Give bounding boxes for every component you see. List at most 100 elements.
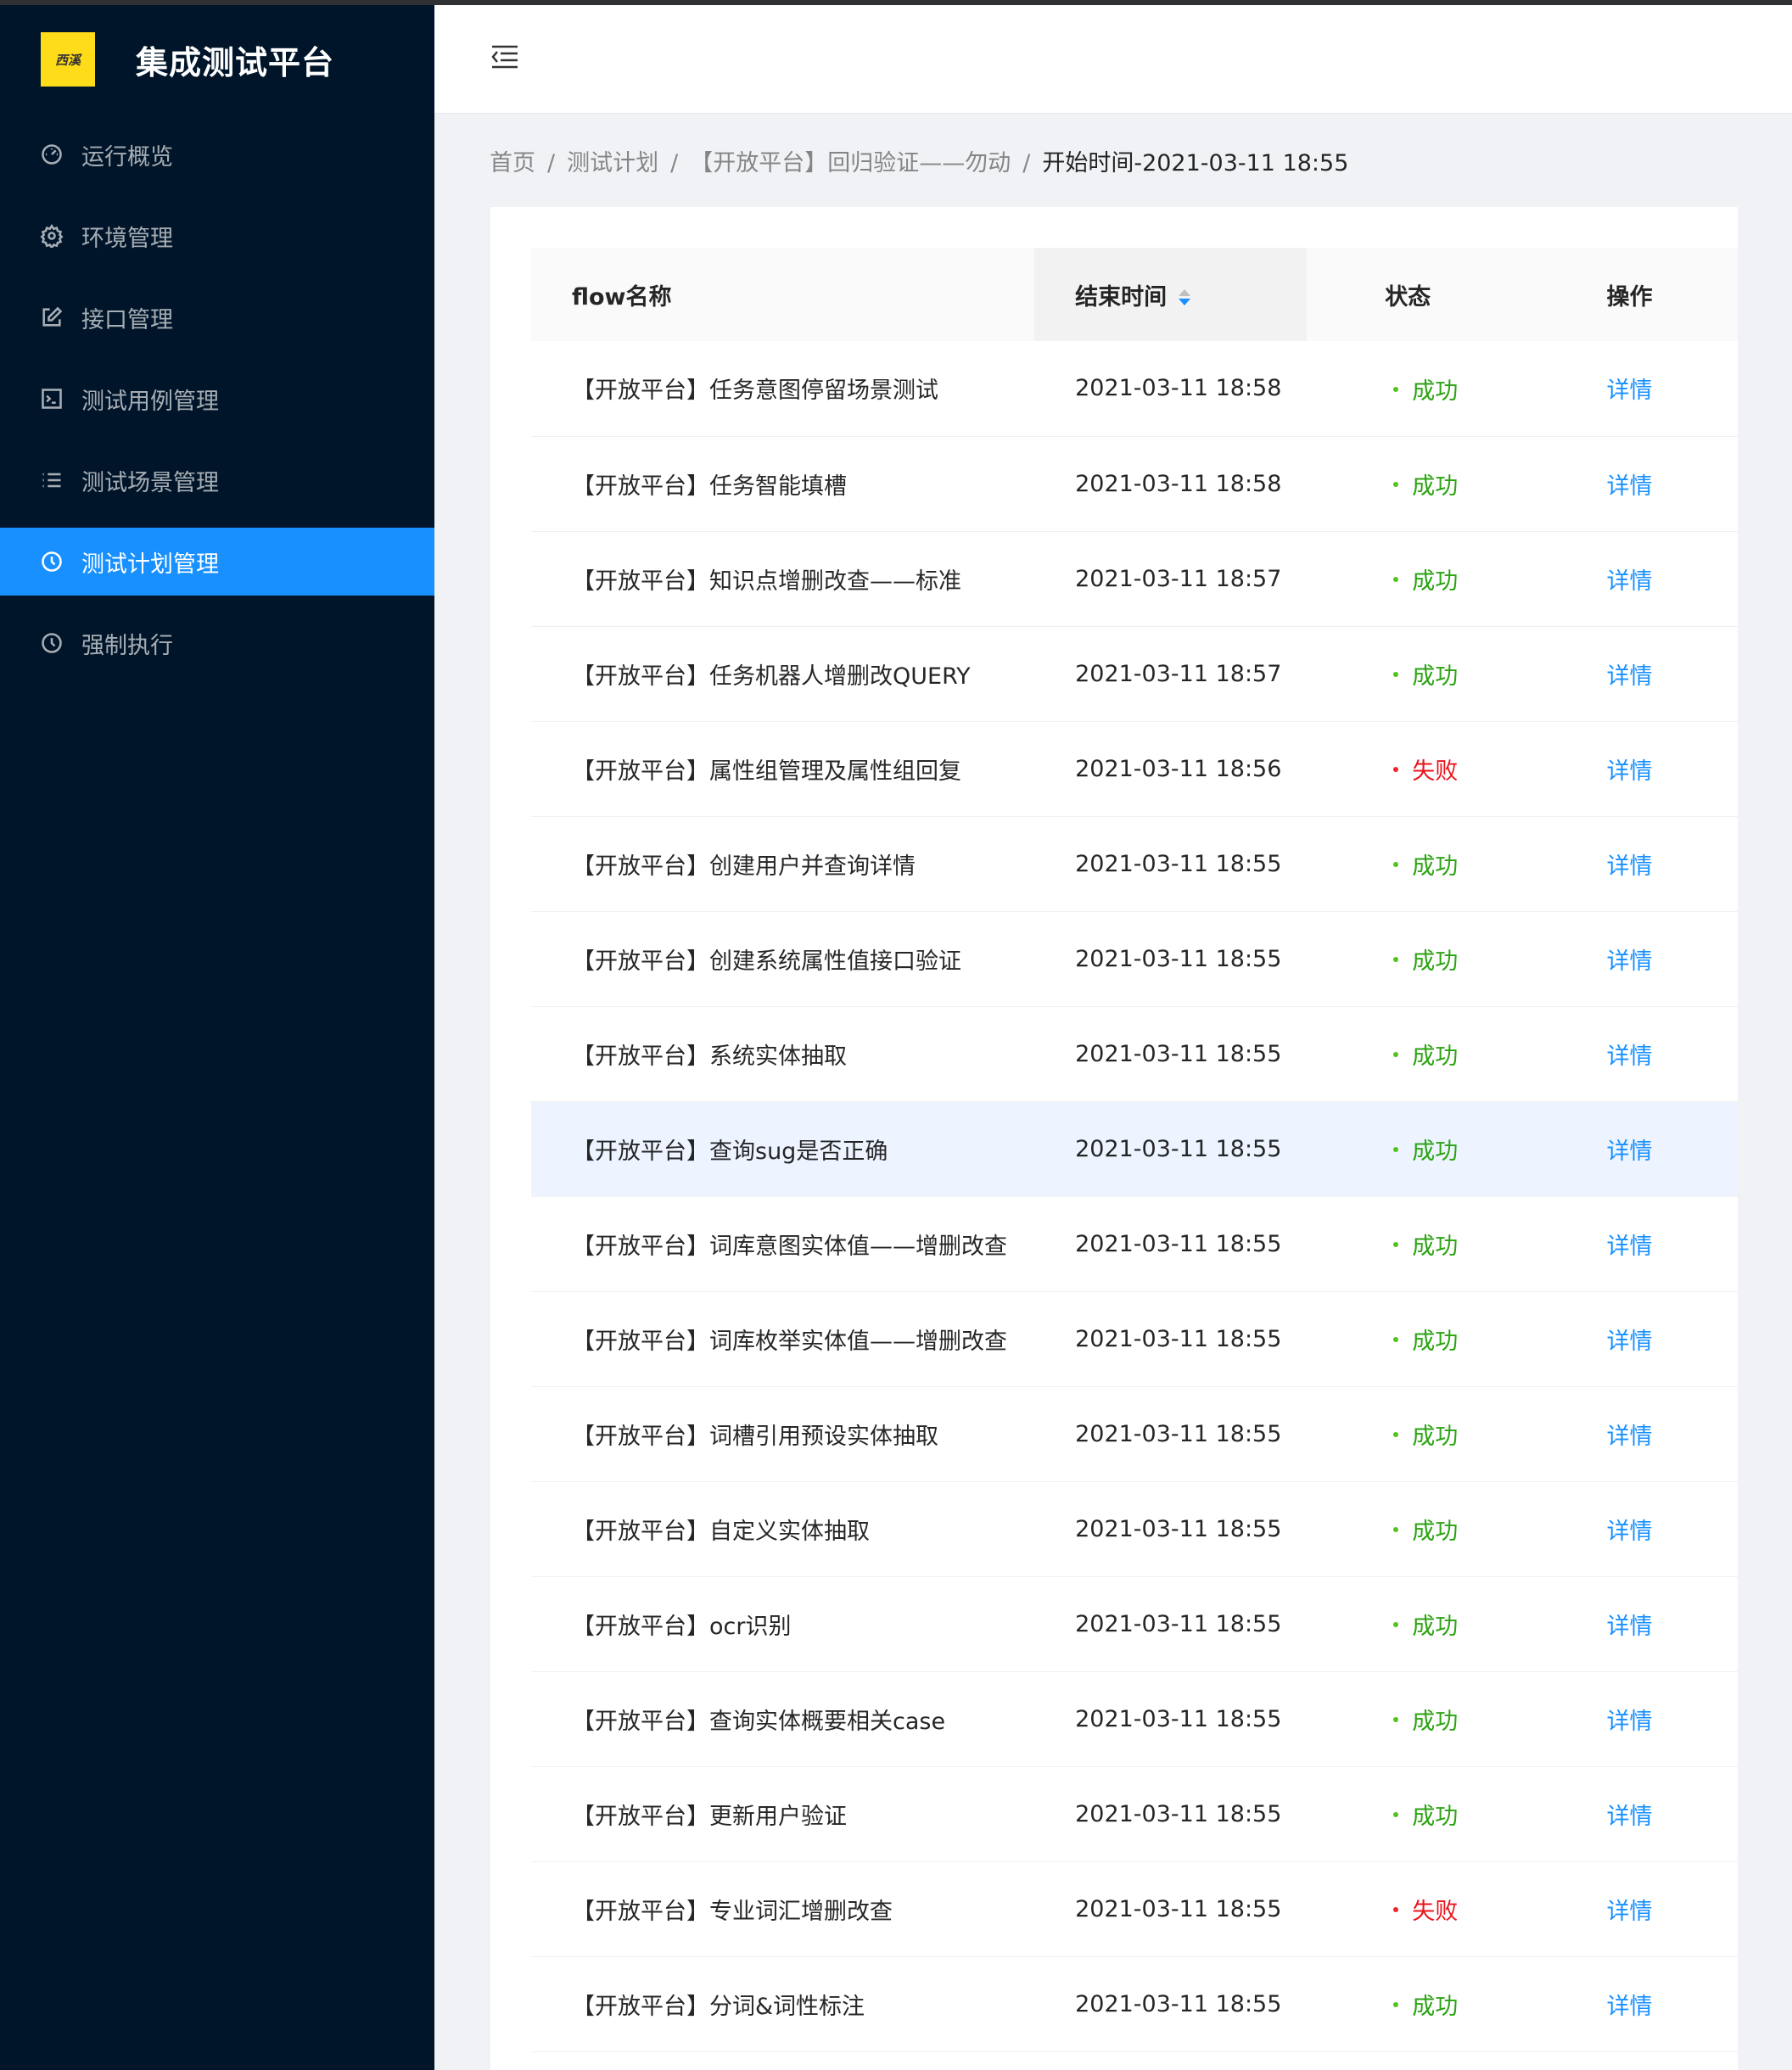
detail-link[interactable]: 详情 (1606, 1043, 1652, 1070)
status-cell: 成功 (1307, 436, 1565, 531)
status-badge: 成功 (1393, 1418, 1458, 1451)
detail-link[interactable]: 详情 (1606, 1138, 1652, 1165)
end-time-cell: 2021-03-11 18:57 (1075, 565, 1282, 592)
status-badge: 成功 (1393, 943, 1458, 976)
flow-name-cell: 【开放平台】创建系统属性值接口验证 (572, 948, 961, 975)
detail-link[interactable]: 详情 (1606, 1709, 1652, 1735)
action-cell: 详情 (1565, 1671, 1738, 1766)
status-badge: 成功 (1393, 1228, 1458, 1261)
sidebar-item-label: 环境管理 (81, 225, 173, 252)
flow-name-cell: 【开放平台】系统实体抽取 (572, 1043, 847, 1070)
sort-icon[interactable] (1179, 288, 1191, 308)
status-dot-icon (1393, 386, 1399, 392)
table-row: 【开放平台】创建用户并查询详情 2021-03-11 18:55 成功 详情 (531, 816, 1738, 911)
flow-name-cell: 【开放平台】查询实体概要相关case (572, 1708, 946, 1735)
clock-icon (39, 549, 64, 574)
end-time-cell: 2021-03-11 18:55 (1075, 1040, 1282, 1067)
sidebar-item-0[interactable]: 运行概览 (0, 120, 434, 188)
flow-name-cell: 【开放平台】创建用户并查询详情 (572, 853, 916, 880)
detail-link[interactable]: 详情 (1606, 1994, 1652, 2020)
terminal-icon (39, 386, 64, 411)
breadcrumb-item-0[interactable]: 首页 (490, 150, 535, 176)
status-cell: 失败 (1307, 1861, 1565, 1956)
status-text: 成功 (1412, 1614, 1459, 1641)
table-header-row: flow名称 结束时间 状态 操作 (531, 248, 1738, 341)
end-time-cell: 2021-03-11 18:55 (1075, 1230, 1282, 1257)
end-time-cell: 2021-03-11 18:58 (1075, 375, 1282, 402)
status-cell: 成功 (1307, 1671, 1565, 1766)
sidebar-item-label: 测试场景管理 (81, 469, 219, 496)
action-cell: 详情 (1565, 341, 1738, 436)
breadcrumb-item-3: 开始时间-2021-03-11 18:55 (1042, 150, 1349, 176)
status-dot-icon (1393, 1811, 1399, 1817)
sidebar-item-4[interactable]: 测试场景管理 (0, 446, 434, 514)
status-cell: 成功 (1307, 626, 1565, 721)
table-row: 【开放平台】属性组管理及属性组回复 2021-03-11 18:56 失败 详情 (531, 721, 1738, 816)
status-badge: 成功 (1393, 1703, 1458, 1736)
detail-link[interactable]: 详情 (1606, 758, 1652, 785)
sidebar-item-label: 强制执行 (81, 632, 173, 659)
action-cell: 详情 (1565, 531, 1738, 626)
sidebar-item-1[interactable]: 环境管理 (0, 202, 434, 270)
detail-link[interactable]: 详情 (1606, 1614, 1652, 1640)
status-cell: 成功 (1307, 1576, 1565, 1671)
flow-name-cell: 【开放平台】自定义实体抽取 (572, 1518, 870, 1545)
status-dot-icon (1393, 671, 1399, 677)
clock-icon (39, 630, 64, 656)
table-row: 【开放平台】自定义实体抽取 2021-03-11 18:55 成功 详情 (531, 1481, 1738, 1576)
column-header-end-time[interactable]: 结束时间 (1034, 248, 1308, 341)
status-dot-icon (1393, 1241, 1399, 1247)
end-time-cell: 2021-03-11 18:55 (1075, 1420, 1282, 1447)
gear-icon (39, 223, 64, 249)
detail-link[interactable]: 详情 (1606, 948, 1652, 975)
detail-link[interactable]: 详情 (1606, 473, 1652, 500)
status-dot-icon (1393, 956, 1399, 962)
window-top-border (0, 0, 1792, 5)
detail-link[interactable]: 详情 (1606, 1234, 1652, 1260)
breadcrumb-item-2[interactable]: 【开放平台】回归验证——勿动 (690, 150, 1011, 176)
status-dot-icon (1393, 2001, 1399, 2007)
action-cell: 详情 (1565, 626, 1738, 721)
sidebar-item-label: 接口管理 (81, 306, 173, 333)
detail-link[interactable]: 详情 (1606, 1899, 1652, 1925)
detail-link[interactable]: 详情 (1606, 1329, 1652, 1355)
action-cell: 详情 (1565, 1101, 1738, 1196)
end-time-cell: 2021-03-11 18:56 (1075, 755, 1282, 782)
status-cell: 成功 (1307, 1956, 1565, 2051)
action-cell: 详情 (1565, 1861, 1738, 1956)
status-cell: 成功 (1307, 911, 1565, 1006)
sidebar-item-5[interactable]: 测试计划管理 (0, 528, 434, 596)
status-text: 成功 (1412, 473, 1459, 501)
detail-link[interactable]: 详情 (1606, 663, 1652, 690)
content-card: flow名称 结束时间 状态 操作 【开放平台】任务意图停留场景测试 2021-0… (490, 207, 1738, 2070)
end-time-cell: 2021-03-11 18:55 (1075, 1610, 1282, 1637)
detail-link[interactable]: 详情 (1606, 1424, 1652, 1450)
table-row: 【开放平台】更新用户验证 2021-03-11 18:55 成功 详情 (531, 1766, 1738, 1861)
detail-link[interactable]: 详情 (1606, 1804, 1652, 1830)
detail-link[interactable]: 详情 (1606, 853, 1652, 880)
end-time-cell: 2021-03-11 18:55 (1075, 945, 1282, 972)
detail-link[interactable]: 详情 (1606, 568, 1652, 595)
status-dot-icon (1393, 861, 1399, 867)
status-text: 成功 (1412, 1519, 1459, 1546)
sidebar-item-6[interactable]: 强制执行 (0, 609, 434, 677)
menu-fold-icon[interactable] (490, 44, 519, 70)
column-header-action: 操作 (1565, 248, 1738, 341)
sidebar-item-3[interactable]: 测试用例管理 (0, 365, 434, 433)
logo-area[interactable]: 西溪 集成测试平台 (0, 0, 434, 119)
detail-link[interactable]: 详情 (1606, 1519, 1652, 1545)
status-dot-icon (1393, 1051, 1399, 1057)
sidebar-item-2[interactable]: 接口管理 (0, 283, 434, 351)
flow-name-cell: 【开放平台】任务机器人增删改QUERY (572, 663, 971, 690)
status-badge: 成功 (1393, 657, 1458, 691)
table-row: 【开放平台】专业词汇增删改查 2021-03-11 18:55 失败 详情 (531, 1861, 1738, 1956)
breadcrumb-separator: / (1022, 150, 1031, 176)
flow-name-cell: 【开放平台】查询sug是否正确 (531, 1101, 1035, 1196)
sidebar-menu: 运行概览环境管理接口管理测试用例管理测试场景管理测试计划管理强制执行 (0, 120, 434, 677)
action-cell: 详情 (1565, 1956, 1738, 2051)
status-dot-icon (1393, 1716, 1399, 1722)
breadcrumb-item-1[interactable]: 测试计划 (567, 150, 658, 176)
detail-link[interactable]: 详情 (1606, 378, 1652, 404)
action-cell: 详情 (1565, 911, 1738, 1006)
end-time-cell: 2021-03-11 18:57 (1075, 660, 1282, 687)
